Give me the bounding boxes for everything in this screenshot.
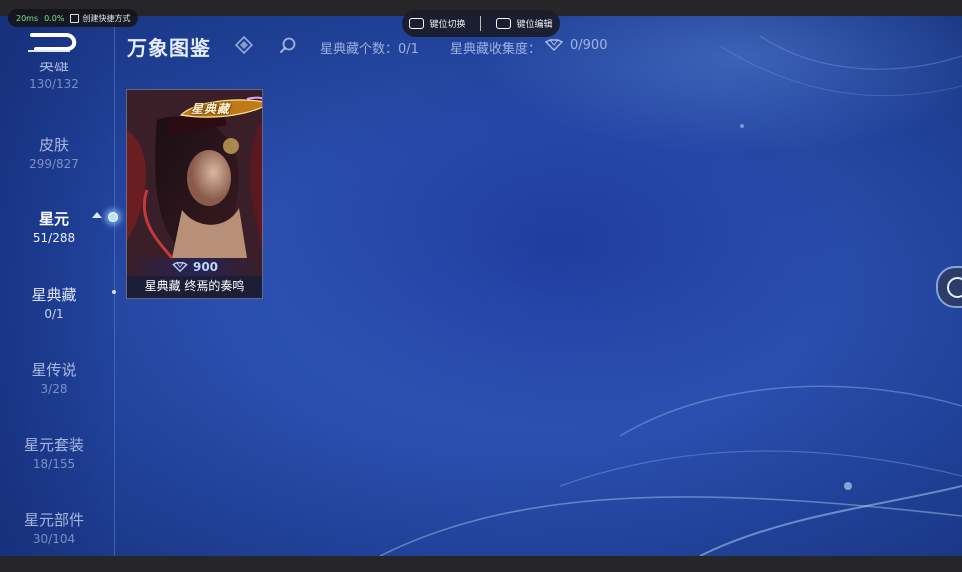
card-price: 900 — [127, 258, 262, 276]
collection-progress-label: 星典藏收集度： — [450, 42, 542, 57]
card-price-value: 900 — [192, 260, 219, 274]
collection-progress-value: 0/900 — [570, 38, 608, 53]
sidebar-item-label: 星传说 — [31, 361, 77, 379]
sidebar-item-skins[interactable]: 皮肤 299/827 — [0, 134, 108, 171]
card-name: 星典藏 终焉的奏鸣 — [127, 276, 262, 298]
sub-indicator-dot — [112, 290, 116, 294]
sidebar-item-star-legend[interactable]: 星传说 3/28 — [0, 359, 108, 396]
gamepad-icon — [409, 18, 425, 29]
active-indicator-dot — [108, 212, 118, 222]
filter-diamond-icon[interactable] — [234, 35, 254, 55]
search-icon[interactable] — [278, 35, 298, 55]
crystal-icon — [172, 262, 188, 272]
create-shortcut-label: 创建快捷方式 — [82, 13, 131, 23]
key-mapping-bar: 键位切换 键位编辑 — [402, 10, 560, 37]
controller-icon — [496, 18, 512, 29]
sidebar-item-count: 18/155 — [32, 457, 76, 471]
sidebar-item-count: 3/28 — [40, 382, 68, 396]
sidebar-item-count: 130/132 — [29, 77, 79, 91]
shortcut-icon — [70, 13, 80, 23]
collection-card[interactable]: 星典藏 900 星典藏 终焉的奏鸣 — [126, 89, 263, 299]
sidebar-item-star-parts[interactable]: 星元部件 30/104 — [0, 509, 108, 546]
sidebar-item-star-suits[interactable]: 星元套装 18/155 — [0, 434, 108, 471]
crystal-icon — [544, 39, 564, 51]
sidebar-item-count: 299/827 — [29, 157, 79, 171]
network-status-pill: 20ms 0.0% 创建快捷方式 — [8, 9, 139, 27]
collection-count: 星典藏个数：0/1 — [320, 42, 419, 57]
sidebar-item-label: 星典藏 — [31, 286, 77, 304]
sidebar-item-count: 0/1 — [44, 307, 64, 321]
sidebar-item-label: 星元部件 — [23, 511, 84, 529]
sidebar-item-label: 星元套装 — [23, 436, 84, 454]
window-bottom-bar — [0, 556, 962, 572]
floating-assist-button[interactable] — [936, 266, 962, 308]
assist-ring-icon — [947, 277, 962, 298]
create-shortcut-button[interactable]: 创建快捷方式 — [70, 13, 130, 24]
sidebar-item-count: 30/104 — [32, 532, 76, 546]
latency-value: 20ms — [16, 13, 39, 23]
packet-loss-value: 0.0% — [44, 13, 65, 23]
sidebar-item-heroes[interactable]: 英雄 130/132 — [0, 62, 108, 102]
sidebar-item-star-collection[interactable]: 星典藏 0/1 — [0, 284, 108, 321]
key-switch-label: 键位切换 — [429, 20, 466, 30]
sidebar-item-label: 英雄 — [38, 62, 69, 74]
card-badge-label: 星典藏 — [191, 102, 231, 116]
sidebar-item-label: 皮肤 — [38, 136, 69, 154]
page-title: 万象图鉴 — [127, 36, 211, 60]
key-switch-button[interactable]: 键位切换 — [409, 17, 466, 30]
key-edit-button[interactable]: 键位编辑 — [496, 17, 552, 30]
chevron-up-icon — [92, 212, 102, 218]
key-edit-label: 键位编辑 — [516, 20, 553, 30]
back-logo-icon[interactable] — [26, 27, 80, 55]
sidebar-item-count: 51/288 — [32, 231, 76, 245]
key-bar-divider — [480, 16, 482, 31]
